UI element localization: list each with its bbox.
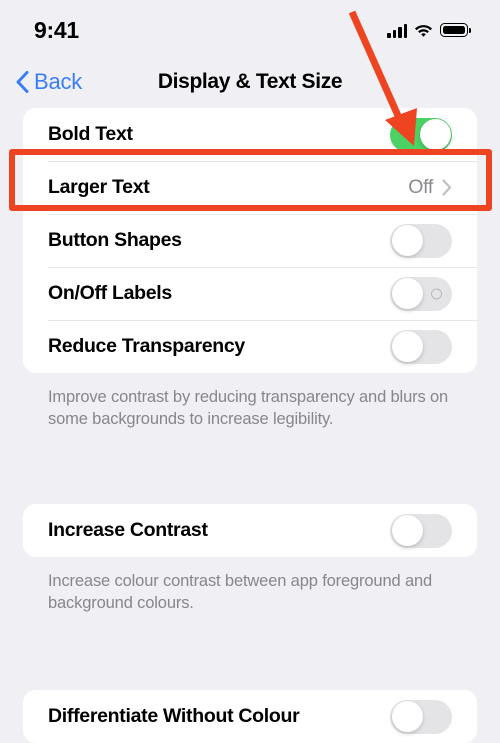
row-value: Off <box>408 176 433 198</box>
button-shapes-toggle[interactable] <box>390 223 452 258</box>
battery-full-icon <box>440 23 471 37</box>
row-button-shapes[interactable]: Button Shapes <box>23 214 477 267</box>
section-footer-note: Increase colour contrast between app for… <box>48 572 433 612</box>
on-off-labels-toggle[interactable] <box>390 276 452 311</box>
chevron-right-icon <box>442 179 452 196</box>
row-label: On/Off Labels <box>48 282 172 304</box>
increase-contrast-toggle[interactable] <box>390 513 452 548</box>
bold-text-toggle[interactable] <box>390 117 452 152</box>
row-label: Increase Contrast <box>48 519 208 541</box>
differentiate-without-colour-toggle[interactable] <box>390 699 452 734</box>
section-display-options: Bold Text Larger Text Off Button Shapes … <box>23 108 477 430</box>
row-reduce-transparency[interactable]: Reduce Transparency <box>23 320 477 373</box>
row-differentiate-without-colour[interactable]: Differentiate Without Colour <box>23 690 477 743</box>
row-increase-contrast[interactable]: Increase Contrast <box>23 504 477 557</box>
row-larger-text[interactable]: Larger Text Off <box>23 161 477 214</box>
cellular-signal-icon <box>387 23 407 38</box>
row-label: Differentiate Without Colour <box>48 705 300 727</box>
row-label: Reduce Transparency <box>48 335 245 357</box>
status-bar-time: 9:41 <box>34 16 79 43</box>
settings-card: Bold Text Larger Text Off Button Shapes … <box>23 108 477 373</box>
row-on-off-labels[interactable]: On/Off Labels <box>23 267 477 320</box>
back-button[interactable]: Back <box>0 69 82 95</box>
chevron-left-icon <box>16 71 29 93</box>
navigation-bar: Back Display & Text Size <box>0 56 500 108</box>
wifi-icon <box>414 23 433 38</box>
section-increase-contrast: Increase Contrast Increase colour contra… <box>23 504 477 614</box>
row-label: Larger Text <box>48 176 150 198</box>
section-differentiate-without-colour: Differentiate Without Colour Replaces us… <box>23 690 477 743</box>
settings-card: Differentiate Without Colour <box>23 690 477 743</box>
row-label: Button Shapes <box>48 229 182 251</box>
section-footer-note: Improve contrast by reducing transparenc… <box>48 388 449 428</box>
row-bold-text[interactable]: Bold Text <box>23 108 477 161</box>
back-button-label: Back <box>34 69 83 94</box>
row-label: Bold Text <box>48 123 133 145</box>
status-bar-icons <box>387 19 471 38</box>
settings-list: Bold Text Larger Text Off Button Shapes … <box>0 108 500 743</box>
status-bar: 9:41 <box>0 0 500 56</box>
off-label-circle-icon <box>431 288 442 299</box>
settings-card: Increase Contrast <box>23 504 477 557</box>
reduce-transparency-toggle[interactable] <box>390 329 452 364</box>
